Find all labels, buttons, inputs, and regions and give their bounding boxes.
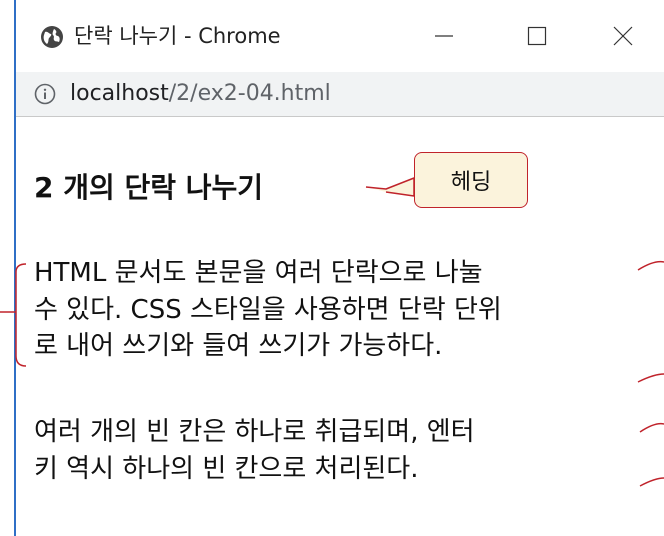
maximize-button[interactable] bbox=[514, 14, 560, 58]
url-path: /2/ex2-04.html bbox=[168, 81, 331, 106]
page-content: 2 개의 단락 나누기 HTML 문서도 본문을 여러 단락으로 나눌 수 있다… bbox=[16, 117, 664, 536]
address-bar[interactable]: localhost/2/ex2-04.html bbox=[16, 72, 664, 117]
browser-window: 단락 나누기 - Chrome localhost/2/ex2-04.html bbox=[0, 0, 664, 536]
paragraph-2: 여러 개의 빈 칸은 하나로 취급되며, 엔터 키 역시 하나의 빈 칸으로 처… bbox=[34, 414, 646, 487]
maximize-icon bbox=[527, 26, 547, 46]
paragraph-line: 키 역시 하나의 빈 칸으로 처리된다. bbox=[34, 453, 419, 484]
url-text[interactable]: localhost/2/ex2-04.html bbox=[70, 79, 331, 109]
close-icon bbox=[613, 26, 633, 46]
minimize-button[interactable] bbox=[421, 14, 467, 58]
paragraph-line: 수 있다. CSS 스타일을 사용하면 단락 단위 bbox=[34, 294, 502, 325]
title-bar[interactable]: 단락 나누기 - Chrome bbox=[16, 0, 664, 72]
paragraph-1: HTML 문서도 본문을 여러 단락으로 나눌 수 있다. CSS 스타일을 사… bbox=[34, 255, 646, 365]
paragraph-line: 로 내어 쓰기와 들여 쓰기가 가능하다. bbox=[34, 331, 443, 361]
page-heading: 2 개의 단락 나누기 bbox=[34, 171, 264, 204]
info-icon[interactable] bbox=[34, 83, 56, 105]
url-host: localhost bbox=[70, 81, 169, 106]
close-button[interactable] bbox=[600, 14, 646, 58]
minimize-icon bbox=[435, 35, 453, 37]
paragraph-line: 여러 개의 빈 칸은 하나로 취급되며, 엔터 bbox=[34, 417, 475, 447]
globe-icon bbox=[41, 26, 63, 48]
window-title: 단락 나누기 - Chrome bbox=[74, 24, 281, 48]
paragraph-line: HTML 문서도 본문을 여러 단락으로 나눌 bbox=[34, 258, 483, 288]
